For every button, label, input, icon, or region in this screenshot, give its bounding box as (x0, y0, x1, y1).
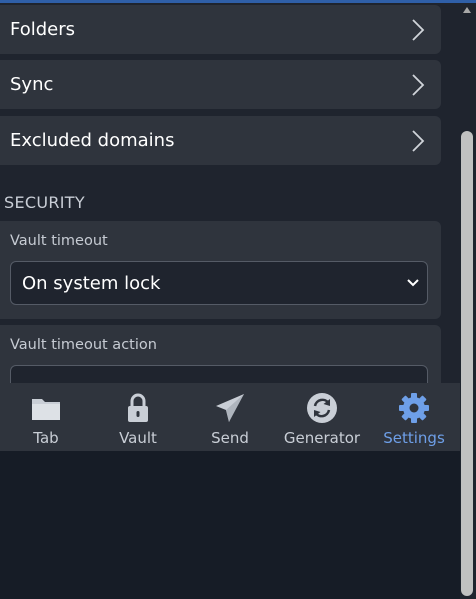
tab-vault[interactable]: Vault (92, 383, 184, 451)
scroll-up-arrow-icon[interactable] (463, 7, 471, 13)
tab-label: Vault (119, 429, 157, 447)
chevron-right-icon (412, 74, 425, 96)
lock-icon (128, 393, 148, 422)
row-label: Sync (10, 74, 54, 95)
row-label: Folders (10, 19, 76, 40)
refresh-icon (307, 393, 337, 423)
section-title-security: SECURITY (4, 193, 85, 212)
tab-label: Generator (283, 429, 361, 447)
folder-icon (32, 399, 60, 420)
settings-row-folders[interactable]: Folders (0, 5, 441, 54)
empty-background (0, 451, 460, 599)
chevron-down-icon (407, 279, 419, 287)
vault-timeout-action-select[interactable] (10, 365, 428, 383)
tab-label: Settings (383, 429, 445, 447)
chevron-right-icon (412, 130, 425, 152)
chevron-right-icon (412, 19, 425, 41)
settings-row-sync[interactable]: Sync (0, 60, 441, 109)
tab-settings[interactable]: Settings (368, 383, 460, 451)
paper-plane-icon (216, 394, 244, 422)
scrollbar-thumb[interactable] (461, 131, 473, 596)
vault-timeout-value: On system lock (22, 272, 161, 294)
tab-tab[interactable]: Tab (0, 383, 92, 451)
gear-icon (399, 393, 429, 423)
settings-scroll-area[interactable]: Folders Sync Excluded domains SECURITY V… (0, 3, 476, 383)
vault-timeout-select[interactable]: On system lock (10, 261, 428, 305)
scrollbar[interactable] (460, 3, 476, 599)
tab-label: Send (211, 429, 249, 447)
vault-timeout-box: Vault timeout On system lock (0, 221, 441, 319)
bottom-tab-bar: Tab Vault Send Generator Settings (0, 383, 460, 451)
tab-send[interactable]: Send (184, 383, 276, 451)
vault-timeout-action-label: Vault timeout action (10, 337, 157, 353)
vault-timeout-label: Vault timeout (10, 233, 108, 249)
vault-timeout-action-box: Vault timeout action (0, 325, 441, 383)
tab-label: Tab (33, 429, 59, 447)
settings-row-excluded-domains[interactable]: Excluded domains (0, 116, 441, 165)
row-label: Excluded domains (10, 130, 175, 151)
tab-generator[interactable]: Generator (276, 383, 368, 451)
